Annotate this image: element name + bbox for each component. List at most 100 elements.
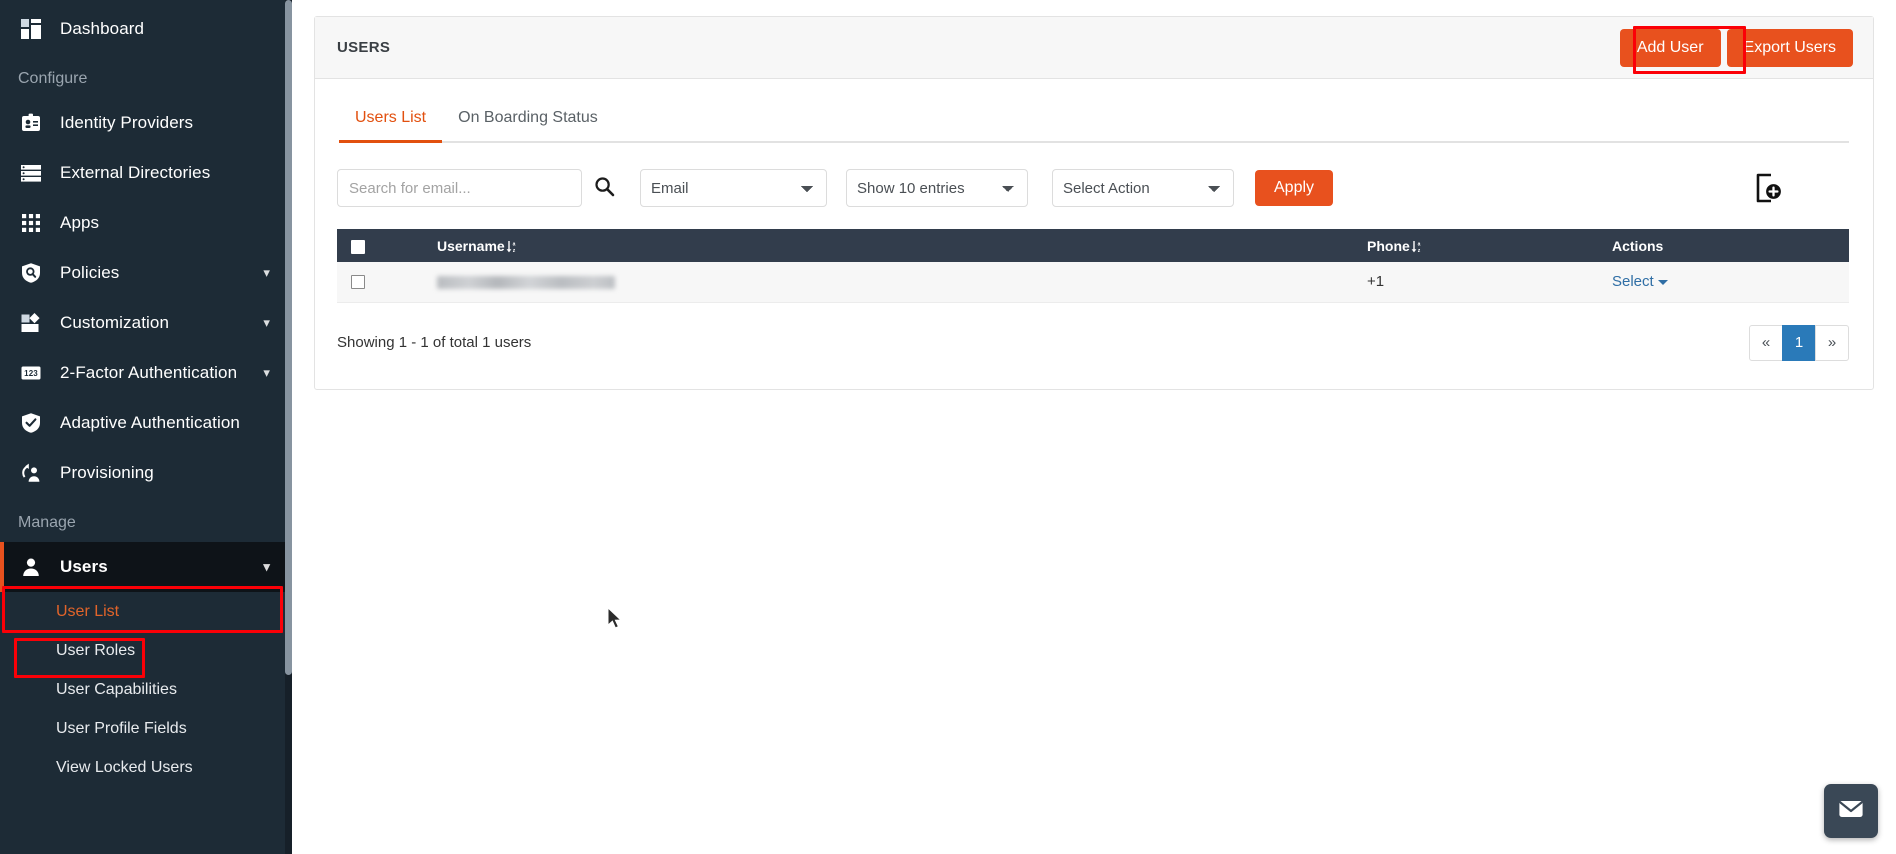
sidebar-item-label: Apps <box>60 213 100 232</box>
svg-text:z: z <box>1418 248 1421 253</box>
sidebar-subitem-label: View Locked Users <box>56 758 193 776</box>
header-actions: Actions <box>1604 229 1849 262</box>
puzzle-icon <box>18 310 44 336</box>
id-card-icon <box>18 110 44 136</box>
page-title: USERS <box>337 39 391 56</box>
shield-check-icon <box>18 410 44 436</box>
export-users-button[interactable]: Export Users <box>1726 28 1853 67</box>
envelope-icon <box>1837 795 1865 828</box>
file-add-icon[interactable] <box>1751 171 1785 205</box>
apply-button[interactable]: Apply <box>1255 170 1334 206</box>
pagination-prev[interactable]: « <box>1749 324 1783 361</box>
row-checkbox-cell <box>337 262 429 303</box>
sidebar-scrollbar-thumb[interactable] <box>285 0 292 675</box>
username-redacted <box>437 275 615 289</box>
sidebar-item-label: Provisioning <box>60 463 154 482</box>
sidebar-item-apps[interactable]: Apps <box>0 198 292 248</box>
sidebar-item-label: Adaptive Authentication <box>60 413 240 432</box>
sidebar-subitem-user-profile-fields[interactable]: User Profile Fields <box>0 709 292 748</box>
header-phone[interactable]: Phone a z <box>1359 229 1604 262</box>
sidebar-item-adaptive-authentication[interactable]: Adaptive Authentication <box>0 398 292 448</box>
sidebar-item-label: Users <box>60 557 108 576</box>
users-table-container: Username a z Phone a z Actions +1 Select <box>315 207 1873 303</box>
sidebar-subitem-user-capabilities[interactable]: User Capabilities <box>0 670 292 709</box>
sidebar-item-provisioning[interactable]: Provisioning <box>0 448 292 498</box>
row-actions-cell: Select <box>1604 262 1849 303</box>
svg-text:z: z <box>512 248 515 253</box>
bulk-action-select[interactable]: Select Action <box>1052 169 1234 207</box>
sidebar-item-2-factor-authentication[interactable]: 123 2-Factor Authentication ▾ <box>0 348 292 398</box>
server-list-icon <box>18 160 44 186</box>
pagination-next[interactable]: » <box>1815 324 1849 361</box>
sidebar-subitem-label: User List <box>56 602 120 620</box>
sidebar-subitem-user-roles[interactable]: User Roles <box>0 631 292 670</box>
pagination-page-1[interactable]: 1 <box>1782 324 1816 361</box>
app-root: Dashboard Configure Identity Providers E… <box>0 0 1896 854</box>
sidebar-subitem-label: User Roles <box>56 641 136 659</box>
chat-widget-button[interactable] <box>1824 784 1878 838</box>
select-all-checkbox[interactable] <box>351 239 365 254</box>
tab-users-list[interactable]: Users List <box>339 101 443 143</box>
sidebar-subitem-label: User Capabilities <box>56 680 177 698</box>
sidebar-item-label: Policies <box>60 263 120 282</box>
pagination: « 1 » <box>1749 324 1849 361</box>
chevron-down-icon: ▾ <box>263 314 270 330</box>
sidebar-item-label: Identity Providers <box>60 113 194 132</box>
grid-apps-icon <box>18 210 44 236</box>
row-username-cell <box>429 262 1359 303</box>
sidebar-subitem-view-locked-users[interactable]: View Locked Users <box>0 748 292 787</box>
users-table-head: Username a z Phone a z Actions <box>337 229 1849 262</box>
sidebar-item-label: Customization <box>60 313 170 332</box>
header-select-all <box>337 229 429 262</box>
search-field-select[interactable]: Email <box>640 169 827 207</box>
svg-text:a: a <box>1417 241 1420 247</box>
caret-down-icon <box>1657 279 1668 285</box>
sidebar-subitem-user-list[interactable]: User List <box>0 592 292 631</box>
numeric-123-icon: 123 <box>18 360 44 386</box>
tab-on-boarding-status[interactable]: On Boarding Status <box>442 101 614 141</box>
sidebar-item-external-directories[interactable]: External Directories <box>0 148 292 198</box>
row-phone-cell: +1 <box>1359 262 1604 303</box>
sidebar-item-label: Dashboard <box>60 19 145 38</box>
shield-search-icon <box>18 260 44 286</box>
row-action-select-dropdown[interactable]: Select <box>1612 273 1668 290</box>
sort-az-icon: a z <box>506 240 517 256</box>
main-content: USERS Add User Export Users Users List O… <box>292 0 1896 854</box>
header-username[interactable]: Username a z <box>429 229 1359 262</box>
entries-per-page-select[interactable]: Show 10 entries <box>846 169 1028 207</box>
row-action-label: Select <box>1612 273 1654 291</box>
chevron-down-icon: ▾ <box>263 558 270 574</box>
svg-text:123: 123 <box>24 369 38 378</box>
tab-bar: Users List On Boarding Status <box>339 101 1849 143</box>
mouse-cursor <box>607 606 624 635</box>
table-footer: Showing 1 - 1 of total 1 users « 1 » <box>315 303 1873 389</box>
table-row: +1 Select <box>337 262 1849 303</box>
add-user-button[interactable]: Add User <box>1619 28 1721 67</box>
sidebar-item-identity-providers[interactable]: Identity Providers <box>0 98 292 148</box>
sidebar-item-users[interactable]: Users ▾ <box>0 542 292 592</box>
person-icon <box>18 554 44 580</box>
sidebar-item-policies[interactable]: Policies ▾ <box>0 248 292 298</box>
users-table-body: +1 Select <box>337 262 1849 303</box>
chevron-down-icon: ▾ <box>263 264 270 280</box>
sort-az-icon: a z <box>1411 240 1422 256</box>
users-toolbar: Email Show 10 entries Select Action Appl… <box>315 143 1873 207</box>
row-select-checkbox[interactable] <box>351 275 365 290</box>
sidebar-item-customization[interactable]: Customization ▾ <box>0 298 292 348</box>
sidebar-item-dashboard[interactable]: Dashboard <box>0 4 292 54</box>
search-button[interactable] <box>582 169 626 207</box>
header-actions: Add User Export Users <box>1619 28 1853 67</box>
users-card-header: USERS Add User Export Users <box>315 17 1873 79</box>
users-table: Username a z Phone a z Actions +1 Select <box>337 229 1849 303</box>
search-input[interactable] <box>337 169 582 207</box>
sidebar-item-label: External Directories <box>60 163 211 182</box>
sync-user-icon <box>18 460 44 486</box>
table-header-row: Username a z Phone a z Actions <box>337 229 1849 262</box>
sidebar-subitem-label: User Profile Fields <box>56 719 187 737</box>
sidebar-scrollbar-track[interactable] <box>285 0 292 854</box>
sidebar: Dashboard Configure Identity Providers E… <box>0 0 292 854</box>
chevron-down-icon: ▾ <box>263 364 270 380</box>
sidebar-section-manage: Manage <box>18 514 76 531</box>
users-card: USERS Add User Export Users Users List O… <box>314 16 1874 390</box>
svg-text:a: a <box>512 241 515 247</box>
